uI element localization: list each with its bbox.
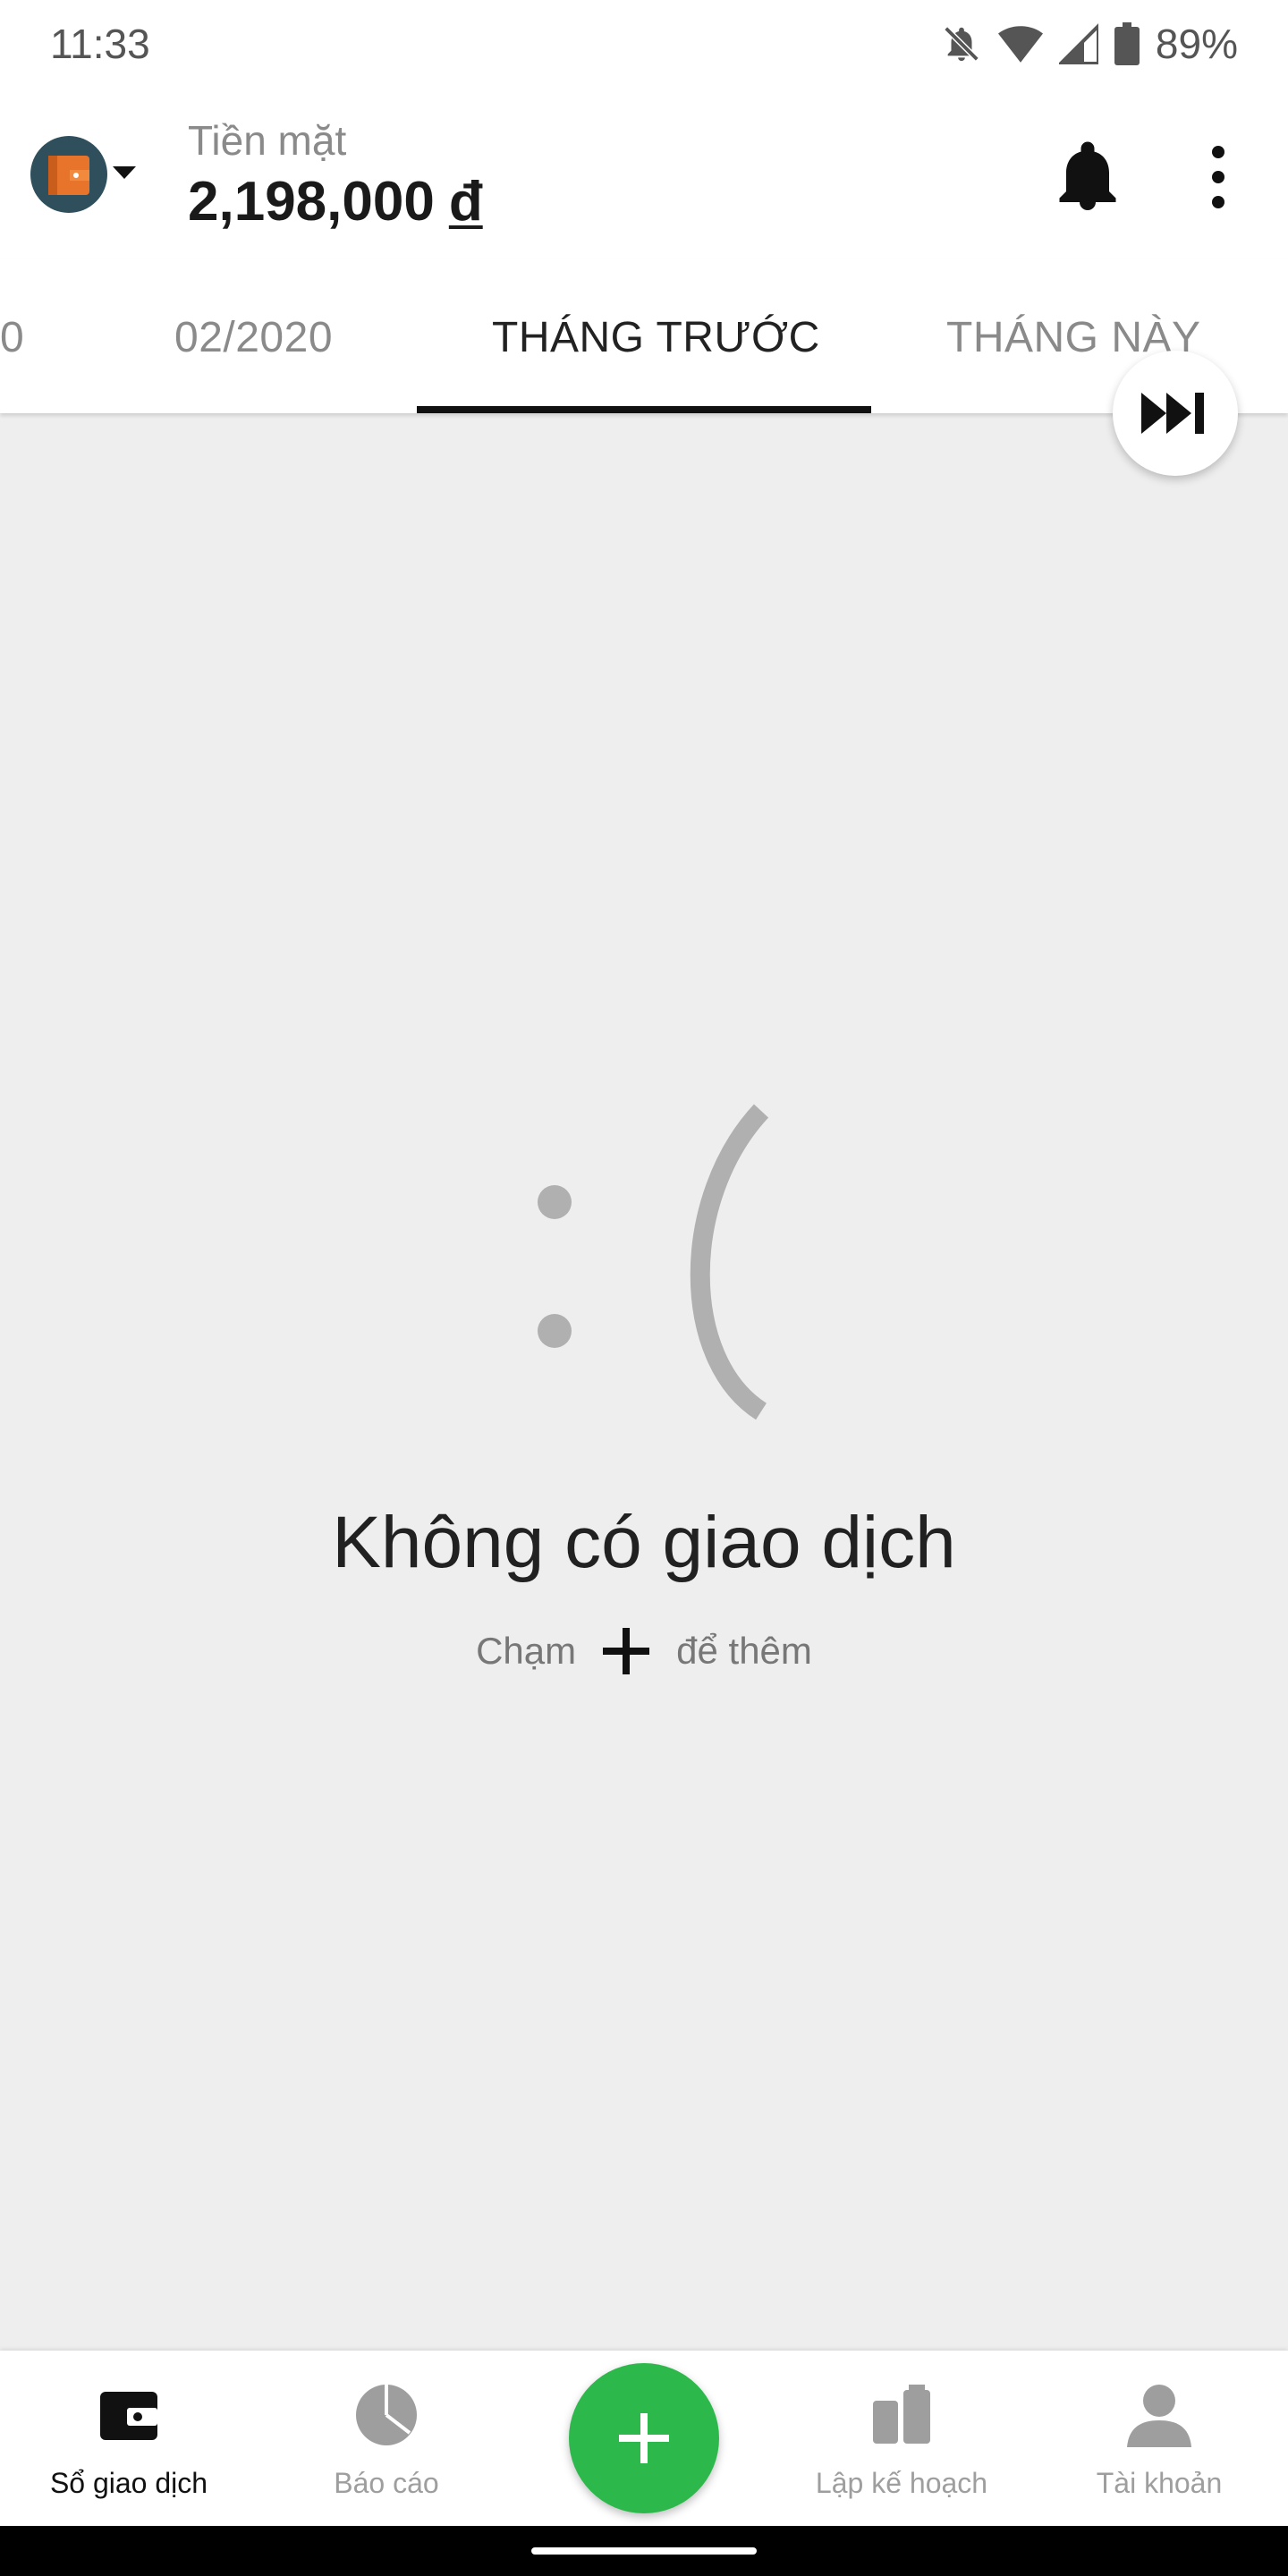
- tab-previous-period[interactable]: 0: [0, 313, 24, 362]
- more-vertical-icon: [1212, 146, 1224, 208]
- plus-icon: [619, 2413, 669, 2463]
- battery-icon: [1114, 22, 1140, 65]
- wifi-icon: [997, 26, 1043, 63]
- notification-button[interactable]: [1055, 140, 1120, 211]
- cellular-signal-icon: [1058, 23, 1098, 64]
- nav-item-report[interactable]: Báo cáo: [258, 2351, 515, 2526]
- bell-off-icon: [944, 26, 979, 62]
- nav-item-planning[interactable]: Lập kế hoạch: [773, 2351, 1030, 2526]
- pie-chart-icon: [356, 2385, 417, 2445]
- nav-label-report: Báo cáo: [334, 2467, 439, 2499]
- active-tab-indicator: [417, 406, 871, 413]
- chevron-down-icon[interactable]: [113, 166, 136, 179]
- add-transaction-button[interactable]: [569, 2363, 719, 2513]
- bell-icon: [1059, 141, 1116, 210]
- month-tab-bar: 0 02/2020 THÁNG TRƯỚC THÁNG NÀY: [0, 259, 1288, 413]
- wallet-icon: [100, 2392, 157, 2440]
- status-bar: 11:33 89%: [0, 0, 1288, 89]
- wallet-balance: 2,198,000 đ: [188, 170, 483, 233]
- currency-symbol: đ: [448, 171, 483, 233]
- wallet-name: Tiền mặt: [188, 117, 347, 164]
- empty-state-title: Không có giao dịch: [332, 1502, 956, 1583]
- balance-amount: 2,198,000: [188, 171, 435, 233]
- planning-icon: [873, 2385, 930, 2444]
- nav-label-planning: Lập kế hoạch: [815, 2467, 988, 2499]
- app-header: Tiền mặt 2,198,000 đ: [0, 89, 1288, 259]
- system-navigation-bar: [0, 2526, 1288, 2576]
- tab-02-2020[interactable]: 02/2020: [174, 313, 333, 362]
- battery-percent: 89%: [1155, 21, 1238, 67]
- wallet-icon: [48, 156, 89, 195]
- nav-label-account: Tài khoản: [1096, 2467, 1223, 2499]
- jump-to-current-button[interactable]: [1113, 351, 1238, 476]
- skip-forward-icon: [1141, 393, 1204, 434]
- empty-state-hint: Chạm để thêm: [0, 1628, 1288, 1674]
- plus-icon: [603, 1628, 650, 1674]
- screen: 11:33 89% Tiền mặt 2,198,000 đ 0 02/2020…: [0, 0, 1288, 2576]
- hint-text-before: Chạm: [476, 1630, 577, 1672]
- nav-item-account[interactable]: Tài khoản: [1030, 2351, 1288, 2526]
- hint-text-after: để thêm: [676, 1630, 812, 1672]
- home-gesture-handle[interactable]: [531, 2547, 757, 2555]
- status-icons: 89%: [941, 18, 1238, 70]
- tab-last-month[interactable]: THÁNG TRƯỚC: [492, 313, 820, 362]
- nav-item-transactions[interactable]: Sổ giao dịch: [0, 2351, 258, 2526]
- status-time: 11:33: [50, 21, 150, 67]
- sad-face-icon: [538, 1104, 769, 1420]
- account-icon: [1127, 2385, 1191, 2447]
- more-options-button[interactable]: [1195, 141, 1241, 213]
- wallet-selector[interactable]: [30, 136, 107, 213]
- nav-label-transactions: Sổ giao dịch: [49, 2467, 208, 2499]
